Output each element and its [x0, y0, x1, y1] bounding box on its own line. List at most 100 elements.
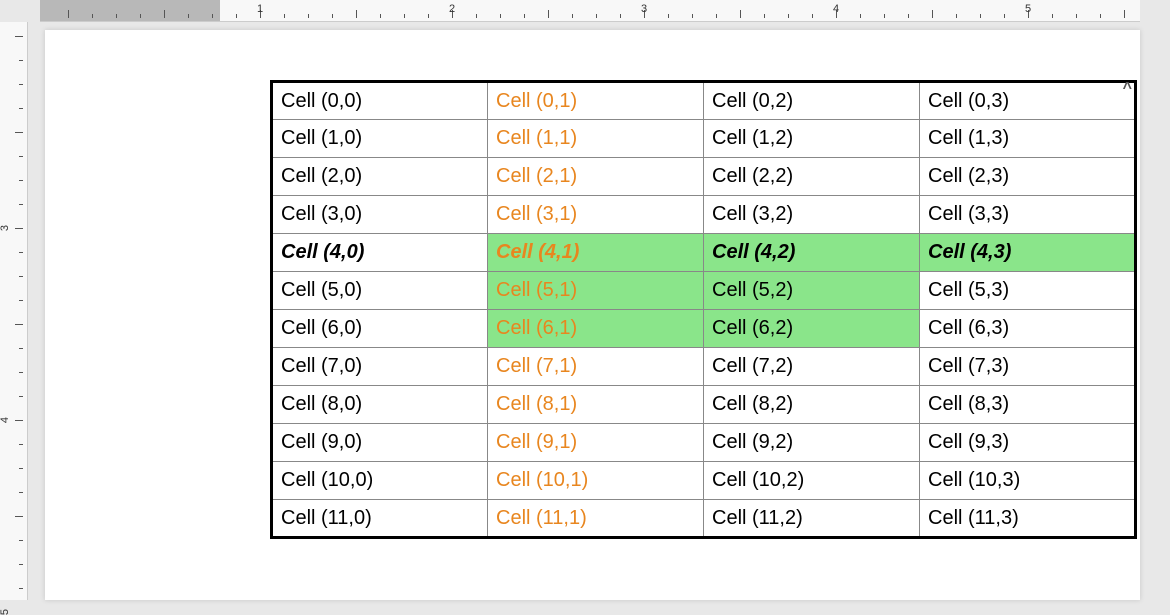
ruler-tick — [404, 14, 405, 18]
table-cell[interactable]: Cell (1,0) — [272, 120, 488, 158]
ruler-tick — [356, 10, 357, 18]
table-cell[interactable]: Cell (0,3) — [920, 82, 1136, 120]
ruler-tick — [428, 14, 429, 18]
vertical-ruler[interactable]: 345 — [0, 22, 28, 600]
ruler-tick — [500, 14, 501, 18]
table-cell[interactable]: Cell (11,1) — [488, 500, 704, 538]
ruler-tick — [212, 14, 213, 18]
ruler-tick — [19, 180, 23, 181]
table-row: Cell (6,0)Cell (6,1)Cell (6,2)Cell (6,3) — [272, 310, 1136, 348]
ruler-tick — [308, 14, 309, 18]
ruler-tick — [548, 10, 549, 18]
table-cell[interactable]: Cell (9,3) — [920, 424, 1136, 462]
ruler-tick — [860, 14, 861, 18]
table-cell[interactable]: Cell (10,2) — [704, 462, 920, 500]
table-cell[interactable]: Cell (0,2) — [704, 82, 920, 120]
table-cell[interactable]: Cell (4,3) — [920, 234, 1136, 272]
ruler-tick — [668, 14, 669, 18]
ruler-tick — [19, 444, 23, 445]
table-cell[interactable]: Cell (2,3) — [920, 158, 1136, 196]
table-cell[interactable]: Cell (7,0) — [272, 348, 488, 386]
ruler-tick — [140, 14, 141, 18]
ruler-tick — [596, 14, 597, 18]
table-cell[interactable]: Cell (5,1) — [488, 272, 704, 310]
table-cell[interactable]: Cell (2,2) — [704, 158, 920, 196]
ruler-tick — [19, 300, 23, 301]
scroll-up-icon[interactable]: ^ — [1123, 80, 1132, 98]
table-row: Cell (11,0)Cell (11,1)Cell (11,2)Cell (1… — [272, 500, 1136, 538]
table-cell[interactable]: Cell (9,1) — [488, 424, 704, 462]
ruler-tick — [188, 14, 189, 18]
table-cell[interactable]: Cell (3,3) — [920, 196, 1136, 234]
ruler-tick — [19, 588, 23, 589]
ruler-tick — [164, 10, 165, 18]
table-cell[interactable]: Cell (0,0) — [272, 82, 488, 120]
data-table[interactable]: Cell (0,0)Cell (0,1)Cell (0,2)Cell (0,3)… — [270, 80, 1137, 539]
horizontal-ruler[interactable]: 12345 — [40, 0, 1140, 22]
table-cell[interactable]: Cell (8,0) — [272, 386, 488, 424]
ruler-tick — [19, 84, 23, 85]
table-cell[interactable]: Cell (3,2) — [704, 196, 920, 234]
ruler-number: 3 — [0, 225, 11, 231]
table-row: Cell (2,0)Cell (2,1)Cell (2,2)Cell (2,3) — [272, 158, 1136, 196]
table-cell[interactable]: Cell (4,2) — [704, 234, 920, 272]
table-cell[interactable]: Cell (6,3) — [920, 310, 1136, 348]
table-cell[interactable]: Cell (10,0) — [272, 462, 488, 500]
table-cell[interactable]: Cell (3,0) — [272, 196, 488, 234]
table-cell[interactable]: Cell (11,0) — [272, 500, 488, 538]
table-row: Cell (7,0)Cell (7,1)Cell (7,2)Cell (7,3) — [272, 348, 1136, 386]
ruler-tick — [476, 14, 477, 18]
table-row: Cell (10,0)Cell (10,1)Cell (10,2)Cell (1… — [272, 462, 1136, 500]
table-cell[interactable]: Cell (1,1) — [488, 120, 704, 158]
ruler-tick — [788, 14, 789, 18]
table-cell[interactable]: Cell (8,2) — [704, 386, 920, 424]
ruler-tick — [1124, 10, 1125, 18]
table-cell[interactable]: Cell (2,1) — [488, 158, 704, 196]
table-cell[interactable]: Cell (6,0) — [272, 310, 488, 348]
table-cell[interactable]: Cell (7,2) — [704, 348, 920, 386]
table-cell[interactable]: Cell (11,2) — [704, 500, 920, 538]
table-cell[interactable]: Cell (8,3) — [920, 386, 1136, 424]
document-page[interactable]: ^ Cell (0,0)Cell (0,1)Cell (0,2)Cell (0,… — [45, 30, 1140, 600]
table-cell[interactable]: Cell (9,0) — [272, 424, 488, 462]
table-cell[interactable]: Cell (7,1) — [488, 348, 704, 386]
table-cell[interactable]: Cell (2,0) — [272, 158, 488, 196]
ruler-tick — [19, 276, 23, 277]
table-cell[interactable]: Cell (1,2) — [704, 120, 920, 158]
table-cell[interactable]: Cell (5,0) — [272, 272, 488, 310]
table-cell[interactable]: Cell (5,2) — [704, 272, 920, 310]
table-cell[interactable]: Cell (11,3) — [920, 500, 1136, 538]
ruler-tick — [15, 516, 23, 517]
ruler-tick — [15, 228, 23, 229]
ruler-tick — [1076, 14, 1077, 18]
ruler-tick — [524, 14, 525, 18]
table-cell[interactable]: Cell (0,1) — [488, 82, 704, 120]
ruler-tick — [19, 540, 23, 541]
table-cell[interactable]: Cell (10,1) — [488, 462, 704, 500]
table-cell[interactable]: Cell (8,1) — [488, 386, 704, 424]
table-cell[interactable]: Cell (6,1) — [488, 310, 704, 348]
ruler-number: 4 — [0, 417, 11, 423]
ruler-tick — [19, 204, 23, 205]
table-cell[interactable]: Cell (3,1) — [488, 196, 704, 234]
ruler-tick — [19, 60, 23, 61]
ruler-tick — [236, 14, 237, 18]
table-cell[interactable]: Cell (1,3) — [920, 120, 1136, 158]
ruler-number: 5 — [1025, 3, 1031, 15]
table-cell[interactable]: Cell (4,0) — [272, 234, 488, 272]
ruler-tick — [620, 14, 621, 18]
ruler-tick — [19, 492, 23, 493]
ruler-tick — [932, 10, 933, 18]
table-cell[interactable]: Cell (5,3) — [920, 272, 1136, 310]
ruler-tick — [1100, 14, 1101, 18]
table-cell[interactable]: Cell (9,2) — [704, 424, 920, 462]
table-cell[interactable]: Cell (10,3) — [920, 462, 1136, 500]
ruler-tick — [572, 14, 573, 18]
ruler-tick — [884, 14, 885, 18]
ruler-tick — [19, 564, 23, 565]
ruler-tick — [19, 108, 23, 109]
table-cell[interactable]: Cell (4,1) — [488, 234, 704, 272]
table-cell[interactable]: Cell (7,3) — [920, 348, 1136, 386]
table-cell[interactable]: Cell (6,2) — [704, 310, 920, 348]
ruler-tick — [692, 14, 693, 18]
